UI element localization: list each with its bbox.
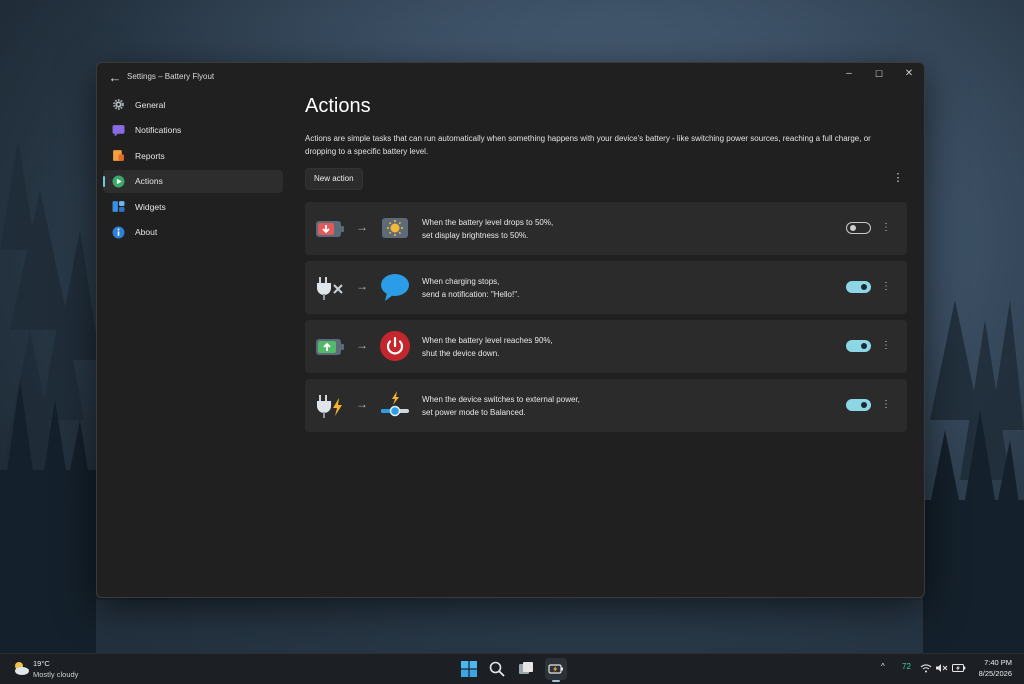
more-options-icon[interactable]: ⋮: [881, 398, 891, 412]
sidebar-item-label: About: [135, 227, 158, 238]
arrow-icon: →: [356, 397, 368, 411]
close-button[interactable]: ✕: [894, 65, 924, 83]
action-result-text: shut the device down.: [422, 349, 500, 358]
report-icon: [111, 149, 125, 163]
chat-bubble-icon: [379, 271, 411, 303]
action-toggle[interactable]: [846, 399, 871, 411]
sidebar-item-label: Actions: [135, 176, 163, 187]
widgets-icon: [111, 200, 125, 214]
toggle-knob: [861, 284, 867, 290]
action-card[interactable]: → When charging stops, send a notificati…: [305, 261, 907, 314]
battery-percent[interactable]: 72: [902, 662, 911, 671]
battery-down-icon: [315, 215, 345, 243]
more-options-icon[interactable]: ⋮: [892, 171, 904, 185]
search-icon[interactable]: [487, 659, 507, 679]
notification-icon: [111, 123, 125, 137]
back-arrow-icon[interactable]: ←: [107, 70, 123, 86]
window-title: Settings – Battery Flyout: [127, 72, 215, 81]
sidebar: General Notifications Reports Actions Wi…: [103, 93, 283, 247]
volume-muted-icon[interactable]: [934, 660, 950, 676]
start-icon[interactable]: [459, 659, 479, 679]
action-trigger-text: When the device switches to external pow…: [422, 395, 580, 404]
power-mode-slider-icon: [379, 389, 411, 421]
action-trigger-text: When charging stops,: [422, 277, 500, 286]
gear-icon: [111, 98, 125, 112]
active-app-indicator: [552, 680, 560, 682]
sidebar-item-general[interactable]: General: [103, 93, 283, 116]
sidebar-item-actions[interactable]: Actions: [103, 169, 283, 193]
new-action-button[interactable]: New action: [305, 168, 363, 190]
weather-temperature[interactable]: 19°C: [33, 659, 50, 668]
action-result-text: set power mode to Balanced.: [422, 408, 526, 417]
settings-window: ← Settings – Battery Flyout – ☐ ✕ Genera…: [96, 62, 925, 598]
arrow-icon: →: [356, 338, 368, 352]
sidebar-item-label: Notifications: [135, 125, 182, 136]
sidebar-item-notifications[interactable]: Notifications: [103, 119, 283, 142]
action-card[interactable]: → When the battery level drops to 50%, s…: [305, 202, 907, 255]
action-card[interactable]: → When the battery level reaches 90%, sh…: [305, 320, 907, 373]
action-card[interactable]: → When the device switches to external p…: [305, 379, 907, 432]
sidebar-item-label: Reports: [135, 150, 165, 161]
cloudy-weather-icon[interactable]: [12, 660, 30, 676]
battery-flyout-app-icon[interactable]: [546, 659, 566, 679]
maximize-button[interactable]: ☐: [864, 65, 894, 83]
arrow-icon: →: [356, 220, 368, 234]
sidebar-item-label: Widgets: [135, 201, 166, 212]
tray-chevron-icon[interactable]: ^: [881, 662, 885, 671]
more-options-icon[interactable]: ⋮: [881, 280, 891, 294]
action-toggle[interactable]: [846, 281, 871, 293]
play-icon: [111, 174, 125, 188]
more-options-icon[interactable]: ⋮: [881, 339, 891, 353]
sidebar-item-label: General: [135, 99, 166, 110]
active-indicator: [103, 175, 105, 187]
action-toggle[interactable]: [846, 222, 871, 234]
info-icon: [111, 225, 125, 239]
more-options-icon[interactable]: ⋮: [881, 221, 891, 235]
clock-time[interactable]: 7:40 PM: [984, 658, 1012, 667]
plug-charging-icon: [315, 392, 345, 420]
action-toggle[interactable]: [846, 340, 871, 352]
wifi-icon[interactable]: [918, 660, 934, 676]
page-title: Actions: [305, 95, 371, 117]
toggle-knob: [861, 343, 867, 349]
sidebar-item-reports[interactable]: Reports: [103, 144, 283, 167]
task-view-icon[interactable]: [516, 659, 536, 679]
taskbar: 19°C Mostly cloudy ^ 72 7:40 PM 8/25/202…: [0, 653, 1024, 684]
action-trigger-text: When the battery level drops to 50%,: [422, 218, 554, 227]
battery-up-icon: [315, 333, 345, 361]
page-description: Actions are simple tasks that can run au…: [305, 134, 871, 156]
action-result-text: send a notification: "Hello!".: [422, 290, 520, 299]
title-bar: ← Settings – Battery Flyout – ☐ ✕: [97, 63, 924, 93]
action-trigger-text: When the battery level reaches 90%,: [422, 336, 553, 345]
power-icon: [379, 330, 411, 362]
minimize-button[interactable]: –: [834, 65, 864, 83]
weather-description[interactable]: Mostly cloudy: [33, 670, 78, 679]
battery-charging-icon[interactable]: [951, 660, 967, 676]
sidebar-item-widgets[interactable]: Widgets: [103, 195, 283, 218]
toggle-knob: [861, 402, 867, 408]
action-result-text: set display brightness to 50%.: [422, 231, 529, 240]
clock-date[interactable]: 8/25/2026: [979, 669, 1012, 678]
arrow-icon: →: [356, 279, 368, 293]
brightness-icon: [379, 212, 411, 244]
sidebar-item-about[interactable]: About: [103, 221, 283, 244]
plug-disconnected-icon: [315, 274, 345, 302]
toggle-knob: [850, 225, 856, 231]
